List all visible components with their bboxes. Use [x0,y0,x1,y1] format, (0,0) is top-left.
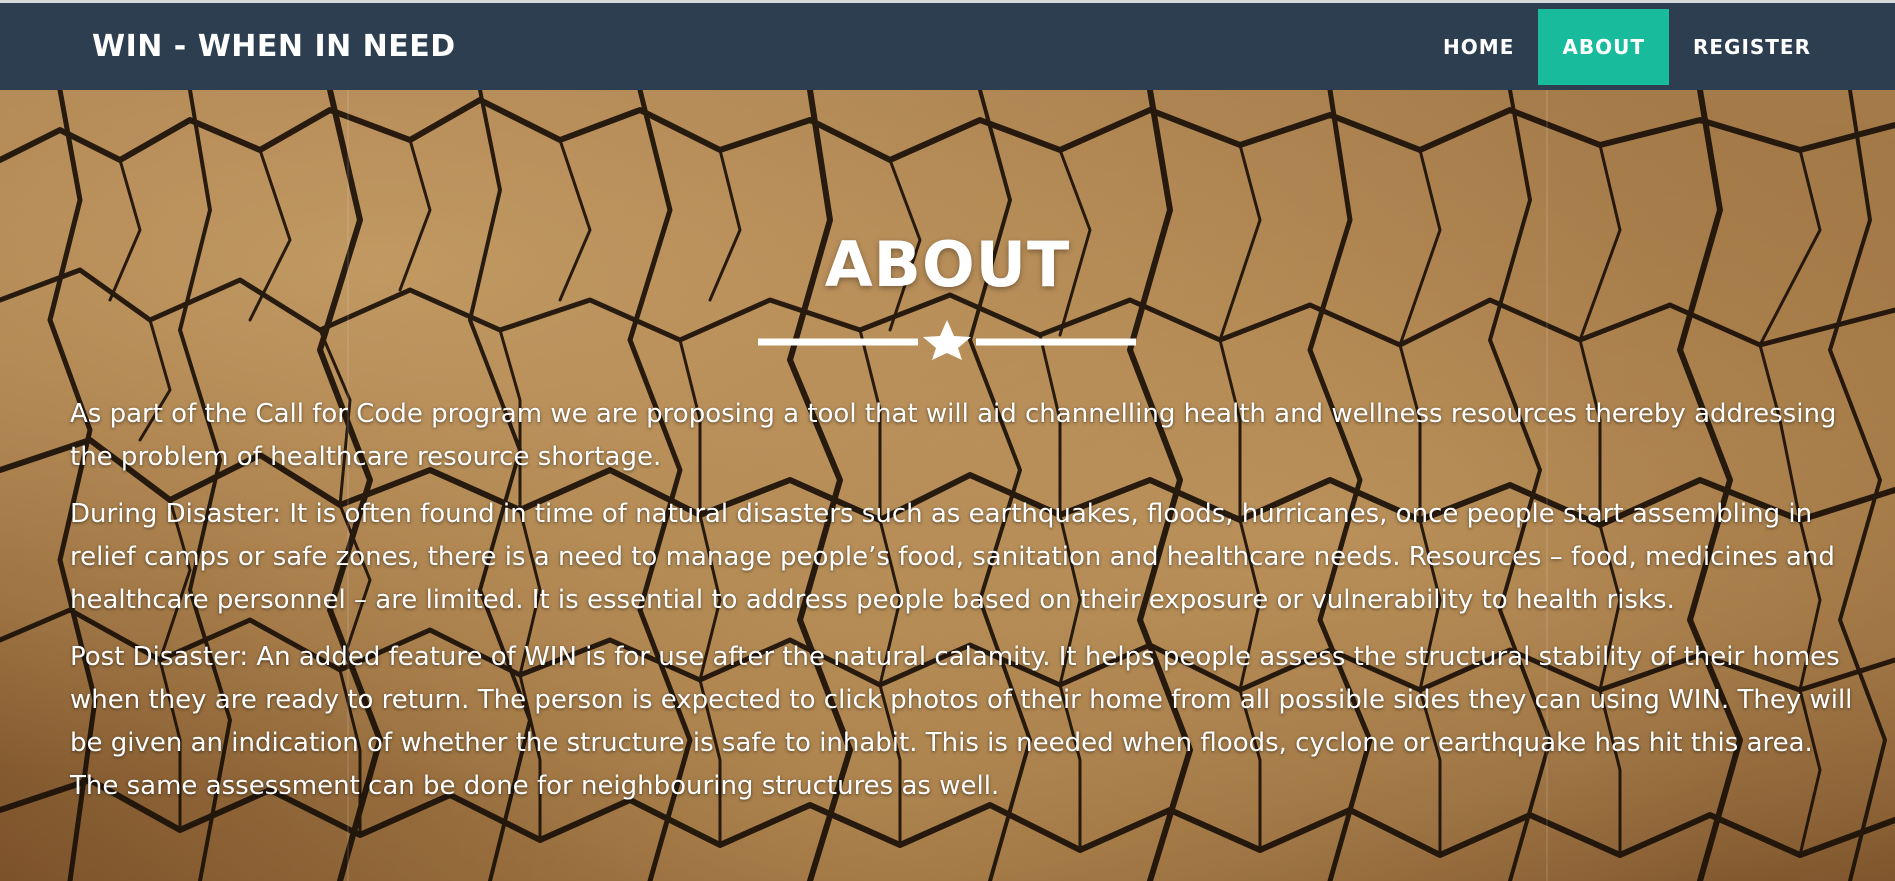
about-text: As part of the Call for Code program we … [70,393,1860,822]
nav-about-link[interactable]: ABOUT [1538,9,1669,85]
title-divider [758,320,1136,360]
brand-logo-text[interactable]: WIN - WHEN IN NEED [92,29,456,64]
nav-register-link[interactable]: REGISTER [1669,9,1835,85]
about-paragraph-intro: As part of the Call for Code program we … [70,399,1837,472]
nav-menu: HOME ABOUT REGISTER [1419,9,1835,85]
navbar: WIN - WHEN IN NEED HOME ABOUT REGISTER [0,0,1895,90]
nav-home-link[interactable]: HOME [1419,9,1538,85]
section-title: ABOUT [824,228,1071,301]
about-paragraph-post-disaster: Post Disaster: An added feature of WIN i… [70,642,1853,801]
star-icon [923,320,971,360]
about-paragraph-during-disaster: During Disaster: It is often found in ti… [70,499,1835,615]
page: WIN - WHEN IN NEED HOME ABOUT REGISTER A… [0,0,1895,881]
